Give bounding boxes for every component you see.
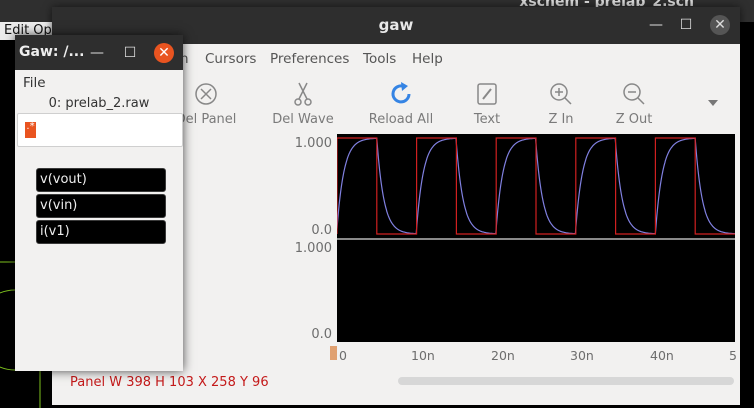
text-button[interactable]: Text: [447, 80, 527, 127]
waveform-plot[interactable]: [336, 134, 735, 342]
horizontal-scrollbar[interactable]: [398, 377, 734, 385]
gaw-title: gaw: [378, 16, 414, 34]
del-panel-label: Del Panel: [175, 112, 237, 127]
file-window-title: Gaw: /...: [19, 44, 85, 60]
text-edit-icon: [477, 83, 497, 105]
gaw-file-window: Gaw: /... — ☐ ✕ File 0: prelab_2.raw .* …: [15, 35, 183, 371]
panel2-ymin: 0.0: [311, 327, 332, 342]
zoom-out-button[interactable]: Z Out: [594, 80, 674, 127]
reload-all-button[interactable]: Reload All: [361, 80, 441, 127]
close-icon[interactable]: ✕: [710, 15, 730, 35]
x-tick-label: 10n: [411, 348, 435, 363]
scissors-icon: [294, 82, 312, 106]
toolbar-overflow-icon[interactable]: [708, 100, 718, 106]
file-window-titlebar: Gaw: /... — ☐ ✕: [15, 35, 183, 70]
x-tick-label: 30n: [570, 348, 594, 363]
panel1-ymax: 1.000: [294, 136, 332, 151]
wave-item-iv1[interactable]: i(v1): [36, 220, 166, 244]
maximize-icon[interactable]: ☐: [676, 15, 696, 35]
del-wave-label: Del Wave: [272, 112, 334, 127]
del-panel-icon: [195, 83, 217, 105]
wave-item-vout[interactable]: v(vout): [36, 168, 166, 192]
close-icon[interactable]: ✕: [154, 43, 174, 63]
zoom-in-button[interactable]: Z In: [521, 80, 601, 127]
zoom-out-label: Z Out: [615, 112, 653, 127]
wave-filter-input[interactable]: .*: [17, 113, 183, 147]
menu-help[interactable]: Help: [412, 51, 443, 67]
zoom-in-icon: [550, 83, 572, 105]
reload-all-label: Reload All: [368, 112, 434, 127]
wave-item-vin[interactable]: v(vin): [36, 194, 166, 218]
panel2-ymax: 1.000: [294, 241, 332, 256]
file-menu[interactable]: File: [23, 75, 46, 91]
reload-icon: [391, 82, 411, 104]
panel-2: [337, 241, 735, 342]
menu-cursors[interactable]: Cursors: [205, 51, 256, 67]
del-wave-button[interactable]: Del Wave: [263, 80, 343, 127]
x-tick-label: 20n: [491, 348, 515, 363]
filter-text: .*: [25, 122, 36, 138]
x-scroll-marker[interactable]: [330, 346, 337, 360]
x-tick-label: 0: [339, 348, 347, 363]
menu-tools[interactable]: Tools: [363, 51, 396, 67]
text-label: Text: [473, 112, 501, 127]
minimize-icon[interactable]: —: [87, 43, 107, 63]
x-tick-label: 5: [729, 348, 737, 363]
x-axis: 0 10n 20n 30n 40n 5: [330, 344, 737, 366]
minimize-icon[interactable]: —: [646, 15, 666, 35]
menu-preferences[interactable]: Preferences: [270, 51, 349, 67]
status-bar: Panel W 398 H 103 X 258 Y 96: [70, 375, 269, 390]
plot-area[interactable]: [336, 134, 735, 342]
maximize-icon[interactable]: ☐: [120, 43, 140, 63]
zoom-in-label: Z In: [548, 112, 574, 127]
x-tick-label: 40n: [650, 348, 674, 363]
zoom-out-icon: [623, 83, 645, 105]
raw-file-name: 0: prelab_2.raw: [48, 96, 150, 111]
panel1-ymin: 0.0: [311, 223, 332, 238]
